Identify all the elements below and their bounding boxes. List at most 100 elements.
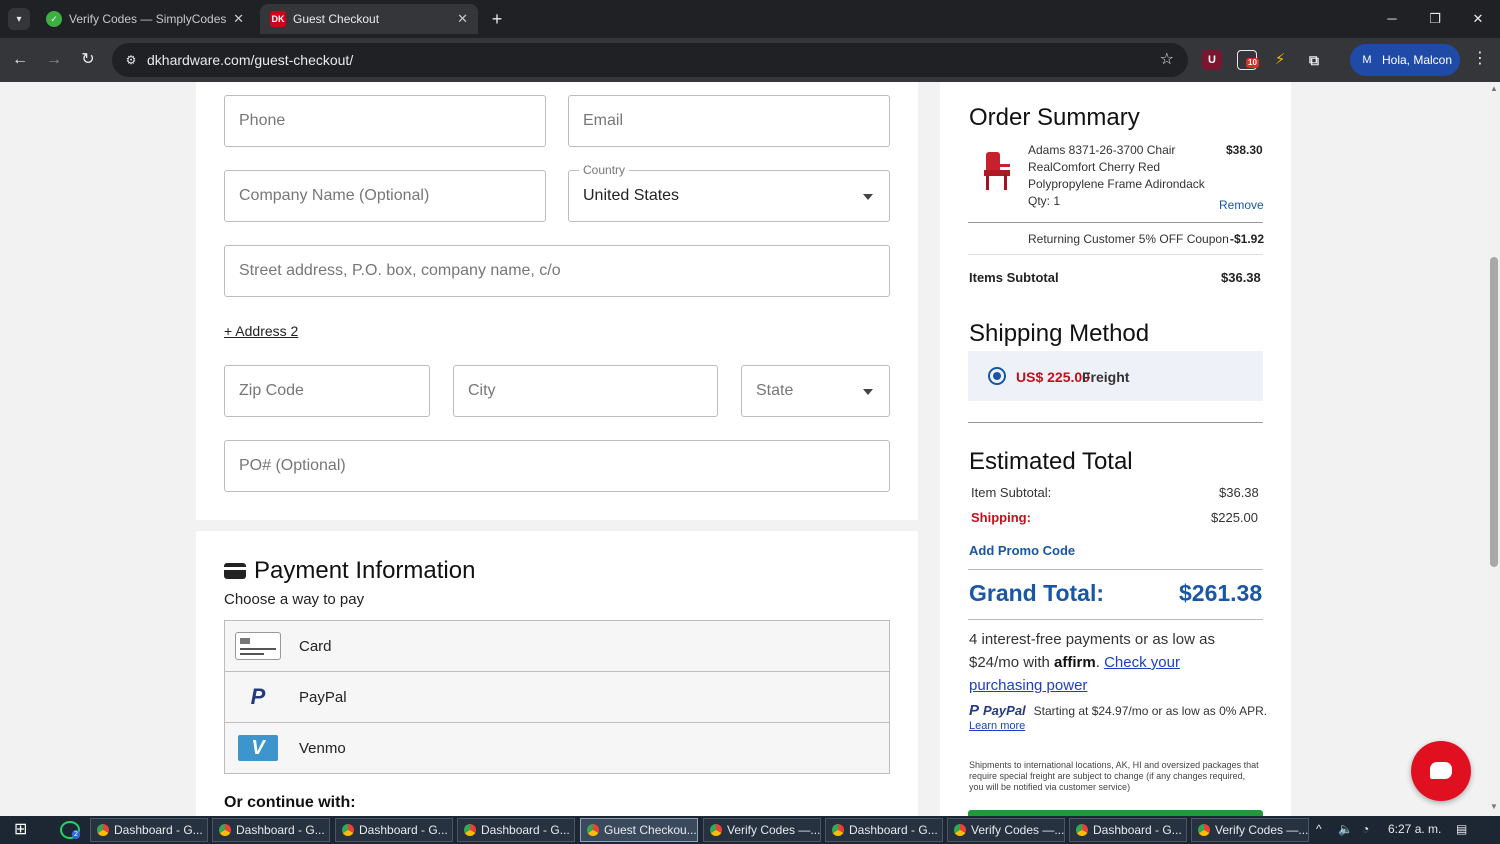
- address-bar[interactable]: ⚙ dkhardware.com/guest-checkout/ ☆: [112, 43, 1188, 77]
- venmo-icon: V: [235, 734, 281, 762]
- taskbar-window[interactable]: Dashboard - G...: [457, 818, 575, 842]
- tray-chevron-up-icon[interactable]: ^: [1316, 822, 1322, 836]
- taskbar-window-label: Dashboard - G...: [481, 823, 570, 837]
- taskbar-window[interactable]: Verify Codes —...: [947, 818, 1065, 842]
- chrome-icon: [342, 824, 354, 836]
- add-address2-link[interactable]: + Address 2: [224, 323, 298, 339]
- site-settings-icon[interactable]: ⚙: [122, 51, 140, 69]
- taskbar-window-active[interactable]: Guest Checkou...: [580, 818, 698, 842]
- notifications-icon[interactable]: ▤: [1456, 822, 1467, 836]
- taskbar-window-label: Dashboard - G...: [849, 823, 938, 837]
- url-text[interactable]: dkhardware.com/guest-checkout/: [147, 52, 353, 68]
- start-grid-icon[interactable]: ⊞: [14, 821, 34, 839]
- tab-search-dropdown[interactable]: ▾: [8, 8, 30, 30]
- taskbar-window-label: Verify Codes —...: [971, 823, 1065, 837]
- product-name-line[interactable]: Polypropylene Frame Adirondack: [1028, 177, 1205, 191]
- coupon-label: Returning Customer 5% OFF Coupon: [1028, 232, 1229, 246]
- close-tab-icon[interactable]: ✕: [233, 11, 244, 27]
- payment-title: Payment Information: [224, 557, 475, 585]
- reload-icon[interactable]: ↻: [76, 48, 100, 72]
- product-name-line[interactable]: RealComfort Cherry Red: [1028, 160, 1160, 174]
- grand-total-value: $261.38: [1179, 580, 1263, 606]
- estimated-total-title: Estimated Total: [969, 448, 1133, 475]
- tab-guest-checkout[interactable]: DK Guest Checkout ✕: [260, 4, 478, 34]
- country-value: United States: [583, 187, 680, 204]
- chat-button[interactable]: [1411, 741, 1471, 801]
- email-placeholder: Email: [583, 112, 624, 129]
- scroll-down-icon[interactable]: ▼: [1488, 802, 1500, 811]
- taskbar-window-label: Verify Codes —...: [727, 823, 821, 837]
- check-purchasing-power-link[interactable]: purchasing power: [969, 677, 1087, 694]
- chrome-icon: [1076, 824, 1088, 836]
- city-field[interactable]: City: [453, 365, 718, 417]
- phone-field[interactable]: Phone: [224, 95, 546, 147]
- clock[interactable]: 6:27 a. m.: [1388, 822, 1441, 836]
- page-scrollbar[interactable]: ▲ ▼: [1488, 82, 1500, 816]
- taskbar-window[interactable]: Verify Codes —...: [1191, 818, 1309, 842]
- scrollbar-thumb[interactable]: [1490, 257, 1498, 567]
- volume-icon[interactable]: 🔈: [1338, 822, 1353, 836]
- taskbar-window[interactable]: Dashboard - G...: [825, 818, 943, 842]
- chrome-icon: [97, 824, 109, 836]
- chrome-icon: [219, 824, 231, 836]
- zip-code-field[interactable]: Zip Code: [224, 365, 430, 417]
- po-number-field[interactable]: PO# (Optional): [224, 440, 890, 492]
- check-purchasing-power-link[interactable]: Check your: [1104, 654, 1180, 671]
- browser-menu-icon[interactable]: ⋮: [1470, 48, 1490, 68]
- state-select[interactable]: State: [741, 365, 890, 417]
- new-tab-button[interactable]: +: [487, 8, 507, 30]
- tab-verify-codes[interactable]: ✓ Verify Codes — SimplyCodes ✕: [36, 4, 254, 34]
- paypal-icon: P: [969, 702, 980, 719]
- shipping-method-title: Shipping Method: [969, 320, 1150, 347]
- remove-item-link[interactable]: Remove: [1219, 198, 1264, 212]
- taskbar-window[interactable]: Dashboard - G...: [335, 818, 453, 842]
- wifi-icon[interactable]: ◔: [1362, 822, 1369, 836]
- forward-icon[interactable]: →: [42, 48, 66, 72]
- learn-more-link[interactable]: Learn more: [969, 720, 1025, 732]
- minimize-icon[interactable]: ─: [1377, 6, 1407, 32]
- scroll-up-icon[interactable]: ▲: [1488, 84, 1500, 93]
- taskbar-window[interactable]: Dashboard - G...: [90, 818, 208, 842]
- email-field[interactable]: Email: [568, 95, 890, 147]
- close-tab-icon[interactable]: ✕: [457, 11, 468, 27]
- dkhardware-favicon-icon: DK: [270, 11, 286, 27]
- chair-icon: [984, 152, 1010, 190]
- product-name-line[interactable]: Adams 8371-26-3700 Chair: [1028, 143, 1175, 157]
- pay-option-paypal[interactable]: P PayPal: [224, 671, 890, 723]
- chrome-icon: [587, 824, 599, 836]
- extensions-puzzle-icon[interactable]: ⧉: [1304, 50, 1324, 70]
- restore-icon[interactable]: ❐: [1420, 6, 1450, 32]
- state-placeholder: State: [756, 382, 794, 399]
- taskbar-window[interactable]: Dashboard - G...: [212, 818, 330, 842]
- tab-title: Verify Codes — SimplyCodes: [69, 12, 227, 26]
- street-address-field[interactable]: Street address, P.O. box, company name, …: [224, 245, 890, 297]
- taskbar-window[interactable]: Verify Codes —...: [703, 818, 821, 842]
- bookmark-star-icon[interactable]: ☆: [1160, 49, 1174, 69]
- shipping-label: Shipping:: [971, 510, 1031, 525]
- radio-selected-icon[interactable]: [988, 367, 1006, 385]
- paypal-text: Starting at $24.97/mo or as low as 0% AP…: [1033, 703, 1268, 718]
- browser-tab-bar: ▾ ✓ Verify Codes — SimplyCodes ✕ DK Gues…: [0, 0, 1500, 38]
- country-select[interactable]: Country United States: [568, 163, 890, 222]
- pay-option-label: Venmo: [299, 739, 346, 757]
- add-promo-code-link[interactable]: Add Promo Code: [969, 543, 1075, 558]
- close-window-icon[interactable]: ✕: [1463, 6, 1493, 32]
- shipping-option-freight[interactable]: US$ 225.00 Freight: [968, 351, 1263, 401]
- chrome-icon: [710, 824, 722, 836]
- bolt-extension-icon[interactable]: ⚡: [1270, 50, 1290, 70]
- paypal-financing-message: P PayPal Starting at $24.97/mo or as low…: [969, 702, 1267, 719]
- divider: [968, 569, 1263, 570]
- profile-button[interactable]: M Hola, Malcon: [1350, 44, 1460, 76]
- whatsapp-icon[interactable]: 2: [60, 821, 80, 839]
- product-thumbnail[interactable]: [978, 148, 1016, 192]
- screen-extension-icon[interactable]: 10: [1237, 50, 1259, 70]
- taskbar-window[interactable]: Dashboard - G...: [1069, 818, 1187, 842]
- pay-option-venmo[interactable]: V Venmo: [224, 722, 890, 774]
- paypal-icon: P: [250, 684, 266, 709]
- pay-option-card[interactable]: Card: [224, 620, 890, 672]
- company-name-field[interactable]: Company Name (Optional): [224, 170, 546, 222]
- shield-extension-icon[interactable]: U: [1202, 50, 1222, 70]
- product-qty: Qty: 1: [1028, 194, 1061, 208]
- back-icon[interactable]: ←: [8, 48, 32, 72]
- item-subtotal-label: Item Subtotal:: [971, 485, 1052, 500]
